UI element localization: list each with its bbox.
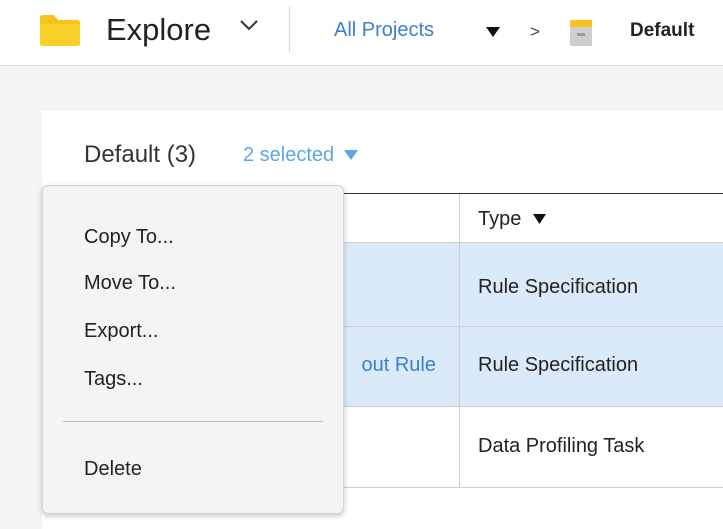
selection-label: 2 selected <box>243 144 335 166</box>
header-divider <box>289 6 290 52</box>
menu-item-export[interactable]: Export... <box>84 319 158 343</box>
project-icon <box>570 20 592 46</box>
menu-item-tags[interactable]: Tags... <box>84 367 143 391</box>
breadcrumb-all-projects[interactable]: All Projects <box>334 18 434 42</box>
top-header: Explore All Projects > Default <box>0 0 723 66</box>
selection-dropdown[interactable]: 2 selected <box>243 143 359 167</box>
menu-item-delete[interactable]: Delete <box>84 457 142 481</box>
page-title: Default (3) <box>84 140 196 170</box>
actions-menu: Copy To... Move To... Export... Tags... … <box>42 185 344 514</box>
chevron-down-icon[interactable] <box>238 14 260 36</box>
folder-icon <box>40 15 80 46</box>
item-count: (3) <box>166 141 197 168</box>
page-title-text: Default <box>84 141 161 168</box>
menu-item-move-to[interactable]: Move To... <box>84 271 176 295</box>
sort-caret-icon <box>533 214 547 224</box>
caret-down-icon[interactable] <box>486 27 500 37</box>
cell-type: Rule Specification <box>478 276 639 298</box>
app-title[interactable]: Explore <box>106 10 211 50</box>
column-header-type[interactable]: Type <box>478 207 547 231</box>
column-divider <box>459 194 460 488</box>
cell-type: Data Profiling Task <box>478 435 645 457</box>
menu-item-copy-to[interactable]: Copy To... <box>84 225 174 249</box>
column-header-label: Type <box>478 208 522 230</box>
caret-down-icon <box>344 150 359 160</box>
breadcrumb-current: Default <box>630 20 695 41</box>
cell-type: Rule Specification <box>478 354 639 376</box>
menu-divider <box>63 421 323 422</box>
breadcrumb-separator: > <box>530 22 540 41</box>
